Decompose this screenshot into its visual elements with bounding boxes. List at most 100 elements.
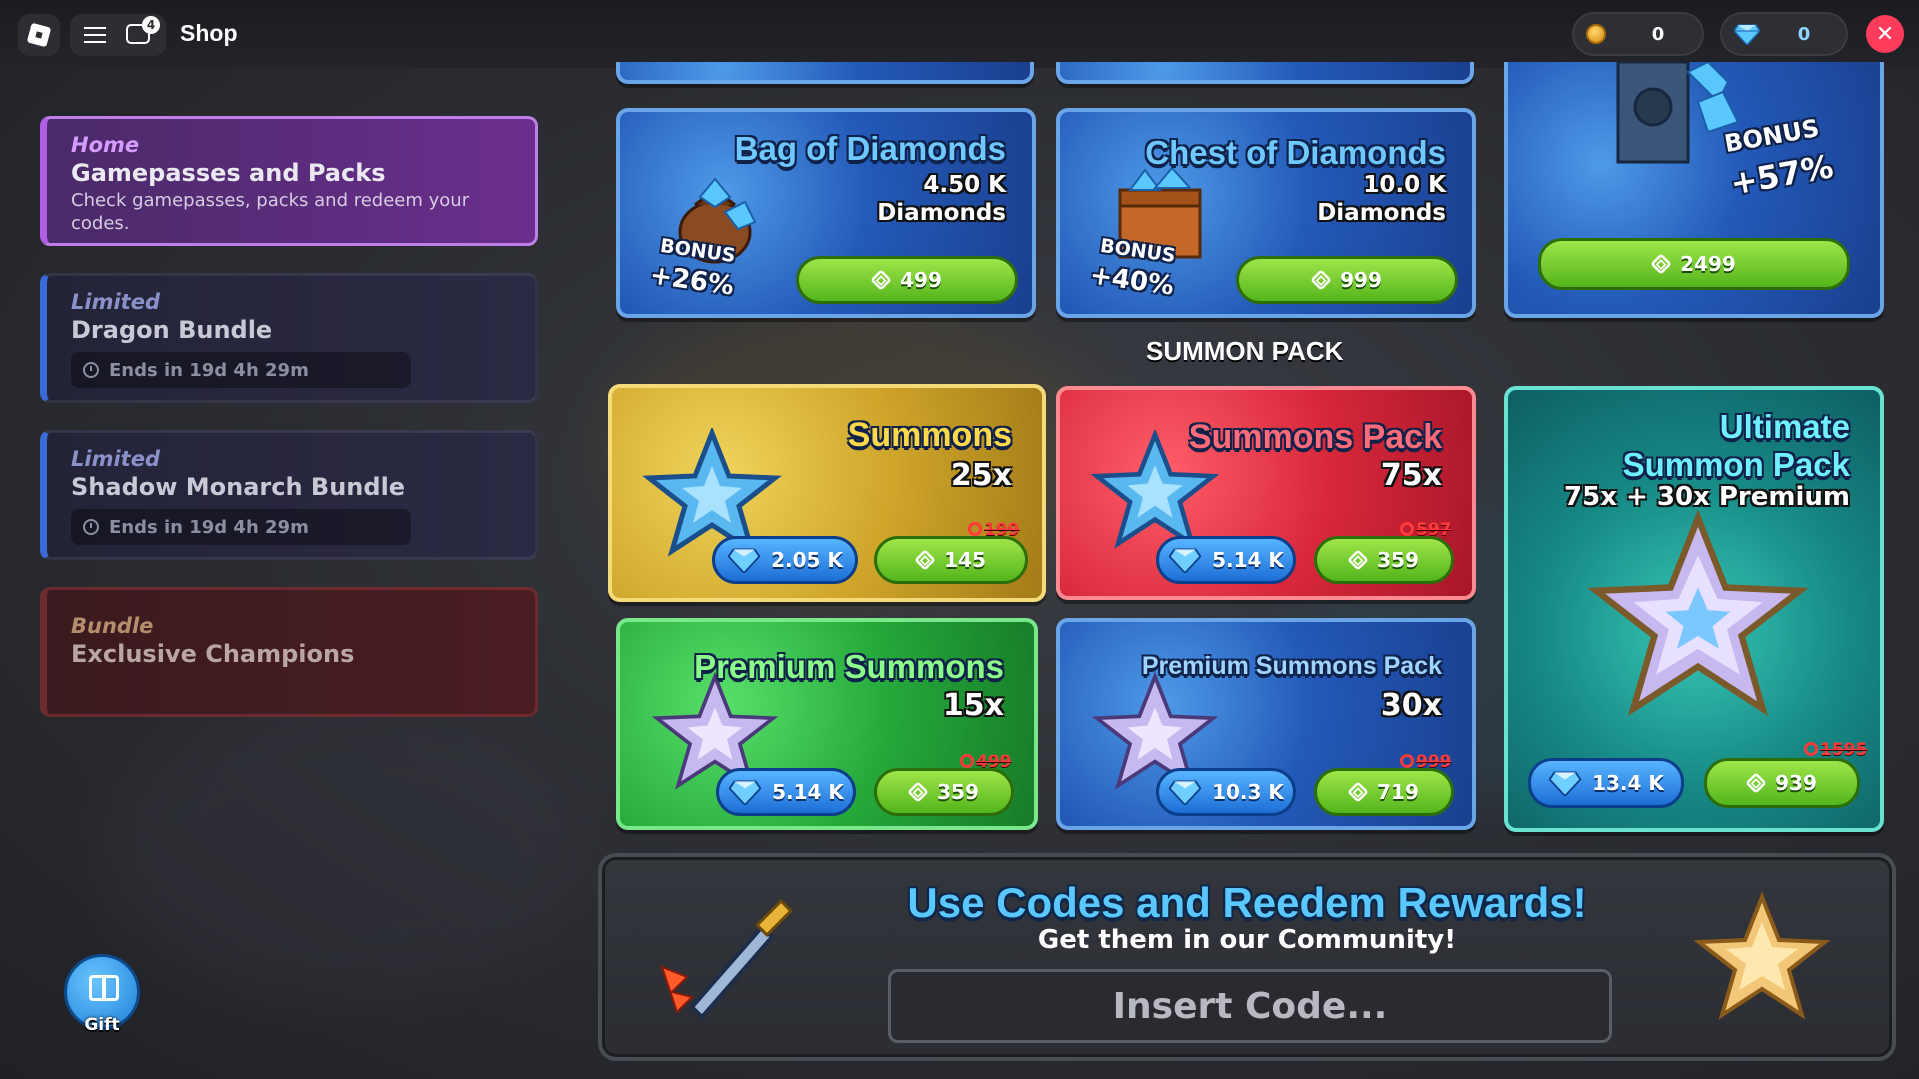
premium-summons-pack-card[interactable]: Premium Summons Pack 30x 999 10.3 K 719 <box>1056 618 1476 830</box>
price-text: 2499 <box>1680 252 1736 276</box>
buy-button[interactable]: 999 <box>1236 256 1458 304</box>
robux-icon <box>1347 781 1369 803</box>
summons-card[interactable]: Summons 25x 199 2.05 K 145 <box>608 384 1046 602</box>
pack-title: Ultimate <box>1719 408 1850 445</box>
diamond-price-text: 2.05 K <box>771 548 843 572</box>
bag-of-diamonds-card[interactable]: Bag of Diamonds 4.50 K Diamonds BONUS +2… <box>616 108 1036 318</box>
robux-icon <box>1400 522 1414 536</box>
diamond-icon <box>728 780 762 805</box>
gift-label: Gift <box>84 1015 120 1035</box>
sidebar-item-description: Check gamepasses, packs and redeem your … <box>71 190 470 234</box>
countdown-text: Ends in 19d 4h 29m <box>109 359 309 381</box>
diamond-icon <box>1734 24 1760 45</box>
robux-icon <box>914 549 936 571</box>
buy-button[interactable]: 719 <box>1314 768 1454 816</box>
ultimate-summon-pack-card[interactable]: Ultimate Summon Pack 75x + 30x Premium 1… <box>1504 386 1884 832</box>
pack-title: Chest of Diamonds <box>1145 134 1446 171</box>
robux-icon <box>1310 269 1332 291</box>
section-title-summon-pack: SUMMON PACK <box>1146 336 1344 366</box>
pack-quantity: 75x + 30x Premium <box>1564 482 1850 512</box>
sidebar-item-dragon-bundle[interactable]: Limited Dragon Bundle Ends in 19d 4h 29m <box>40 273 538 403</box>
vault-of-diamonds-card[interactable]: BONUS +57% 2499 <box>1504 62 1884 318</box>
roblox-logo-icon <box>26 22 52 48</box>
pack-quantity: 15x <box>942 688 1004 723</box>
pack-title-line2: Summon Pack <box>1622 446 1850 483</box>
robux-icon <box>1650 253 1672 275</box>
buy-with-diamonds-button[interactable]: 10.3 K <box>1156 768 1296 816</box>
sidebar-item-name: Shadow Monarch Bundle <box>71 473 406 501</box>
diamond-price-text: 10.3 K <box>1212 780 1284 804</box>
pack-amount: 4.50 K <box>923 172 1006 198</box>
diamond-icon <box>1168 780 1202 805</box>
price-text: 939 <box>1775 771 1817 795</box>
buy-button[interactable]: 499 <box>796 256 1018 304</box>
robux-icon <box>1804 742 1818 756</box>
gift-icon <box>89 975 119 1001</box>
countdown-text: Ends in 19d 4h 29m <box>109 516 309 538</box>
clock-icon <box>83 362 99 378</box>
buy-with-diamonds-button[interactable]: 2.05 K <box>712 536 858 584</box>
buy-with-diamonds-button[interactable]: 5.14 K <box>716 768 856 816</box>
star-icon <box>1693 891 1831 1020</box>
price-text: 359 <box>1377 548 1419 572</box>
page-title: Shop <box>180 20 238 46</box>
gift-button[interactable]: Gift <box>64 954 140 1035</box>
diamond-icon <box>727 548 761 573</box>
coin-icon <box>1586 24 1606 44</box>
sidebar-item-name: Gamepasses and Packs <box>71 159 386 187</box>
menu-icon[interactable] <box>84 27 106 43</box>
robux-icon <box>1347 549 1369 571</box>
code-input[interactable] <box>888 969 1612 1043</box>
diamond-icon <box>1168 548 1202 573</box>
buy-button[interactable]: 2499 <box>1538 238 1850 290</box>
price-text: 719 <box>1377 780 1419 804</box>
coin-balance-value: 0 <box>1651 24 1665 45</box>
diamond-price-text: 5.14 K <box>772 780 844 804</box>
old-price-text: 1595 <box>1820 740 1868 760</box>
redeem-codes-panel: Use Codes and Reedem Rewards! Get them i… <box>598 853 1896 1061</box>
sidebar-item-name: Exclusive Champions <box>71 640 355 668</box>
buy-button[interactable]: 359 <box>1314 536 1454 584</box>
star-icon <box>1587 510 1809 717</box>
sidebar-item-tag: Home <box>71 133 140 157</box>
buy-with-diamonds-button[interactable]: 5.14 K <box>1156 536 1296 584</box>
robux-icon <box>960 754 974 768</box>
pack-title: Premium Summons Pack <box>1141 652 1442 680</box>
scrolled-card-edge <box>1056 62 1474 84</box>
pack-quantity: 75x <box>1380 458 1442 493</box>
clock-icon <box>83 519 99 535</box>
pack-quantity: 30x <box>1380 688 1442 723</box>
pack-unit: Diamonds <box>1317 200 1446 226</box>
buy-button[interactable]: 359 <box>874 768 1014 816</box>
roblox-menu-button[interactable] <box>18 14 60 56</box>
pack-title: Bag of Diamonds <box>734 130 1006 167</box>
chat-notification-badge: 4 <box>142 16 160 34</box>
robux-icon <box>907 781 929 803</box>
countdown-timer: Ends in 19d 4h 29m <box>71 509 411 545</box>
pack-title: Summons <box>847 416 1012 454</box>
buy-button[interactable]: 145 <box>874 536 1028 584</box>
pack-quantity: 25x <box>950 458 1012 493</box>
robux-icon <box>870 269 892 291</box>
diamond-icon <box>1548 771 1582 796</box>
robux-icon <box>1745 772 1767 794</box>
sidebar-item-gamepasses[interactable]: Home Gamepasses and Packs Check gamepass… <box>40 116 538 246</box>
pack-amount: 10.0 K <box>1363 172 1446 198</box>
sidebar-item-tag: Limited <box>71 447 160 471</box>
scrolled-card-edge <box>616 62 1034 84</box>
sidebar-item-exclusive-champions[interactable]: Bundle Exclusive Champions <box>40 587 538 717</box>
close-button[interactable]: ✕ <box>1866 15 1904 53</box>
sidebar-item-shadow-monarch-bundle[interactable]: Limited Shadow Monarch Bundle Ends in 19… <box>40 430 538 560</box>
chest-of-diamonds-card[interactable]: Chest of Diamonds 10.0 K Diamonds BONUS … <box>1056 108 1476 318</box>
sidebar-item-name: Dragon Bundle <box>71 316 273 344</box>
sidebar-item-tag: Limited <box>71 290 160 314</box>
pack-title: Summons Pack <box>1188 418 1442 456</box>
diamond-price-text: 13.4 K <box>1592 771 1664 795</box>
premium-summons-card[interactable]: Premium Summons 15x 499 5.14 K 359 <box>616 618 1038 830</box>
close-icon: ✕ <box>1875 21 1895 47</box>
buy-with-diamonds-button[interactable]: 13.4 K <box>1528 758 1684 808</box>
buy-button[interactable]: 939 <box>1704 758 1860 808</box>
diamond-balance: 0 <box>1720 12 1848 56</box>
summons-pack-card[interactable]: Summons Pack 75x 597 5.14 K 359 <box>1056 386 1476 600</box>
price-text: 145 <box>944 548 986 572</box>
